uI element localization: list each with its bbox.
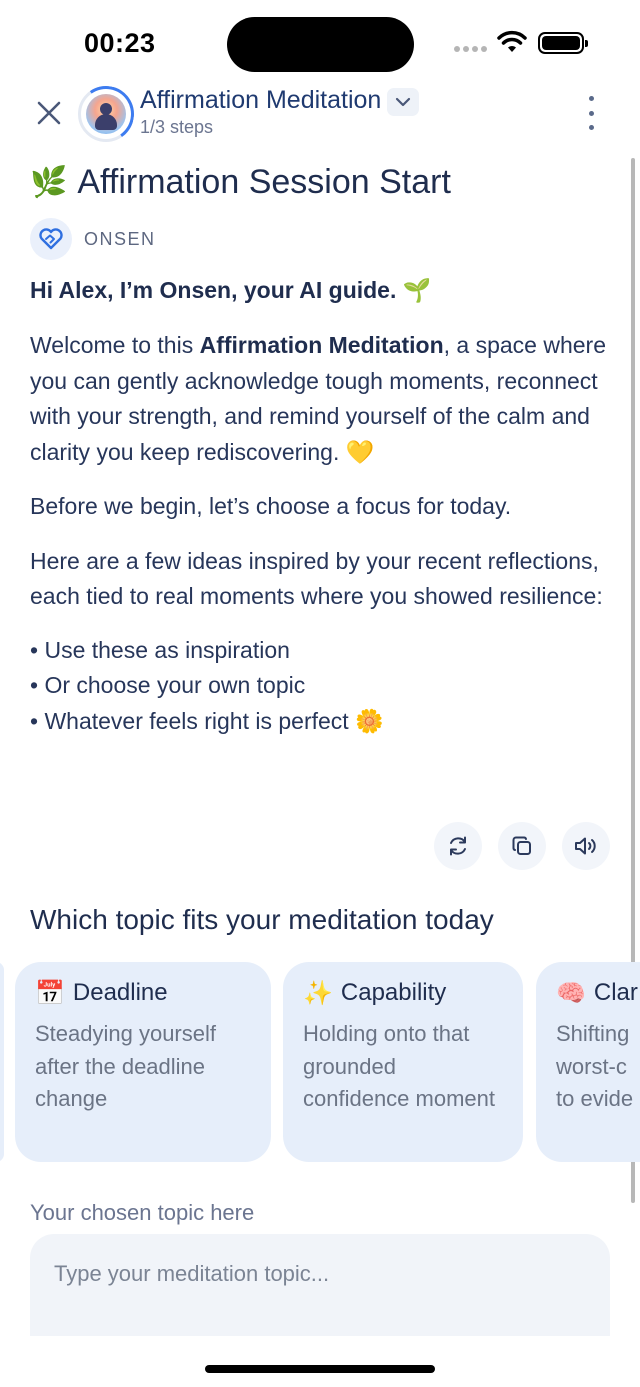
refresh-icon <box>450 836 466 856</box>
greeting: Hi Alex, I’m Onsen, your AI guide. 🌱 <box>30 277 432 303</box>
copy-icon <box>512 836 531 855</box>
ideas-paragraph: Here are a few ideas inspired by your re… <box>30 547 603 610</box>
topic-heading: Which topic fits your meditation today <box>30 904 494 935</box>
home-indicator[interactable] <box>205 1365 435 1373</box>
intro-bold: Affirmation Meditation <box>199 332 444 358</box>
topic-title-text: Clar <box>593 979 638 1006</box>
topic-card-description: Shifting worst-c to evide <box>556 1021 634 1111</box>
sparkles-icon: ✨ <box>303 979 333 1007</box>
author-row: ONSEN <box>30 218 620 260</box>
brain-icon: 🧠 <box>556 979 586 1007</box>
topic-card-carousel[interactable]: 📅 Deadline Steadying yourself after the … <box>0 962 640 1164</box>
topic-title-text: Deadline <box>72 979 168 1006</box>
chosen-topic-label: Your chosen topic here <box>30 1200 255 1225</box>
step-progress: 1/3 steps <box>140 117 214 137</box>
status-bar: 00:23 <box>0 0 640 88</box>
meditation-figure-icon <box>86 94 126 134</box>
topic-card-title: 📅 Deadline <box>35 976 253 1010</box>
topic-card-partial[interactable] <box>0 962 4 1162</box>
topic-card-capability[interactable]: ✨ Capability Holding onto that grounded … <box>283 962 523 1162</box>
topic-card-title: ✨ Capability <box>303 976 505 1010</box>
read-aloud-button[interactable] <box>562 822 610 870</box>
topic-input-container <box>30 1234 610 1336</box>
session-title-text: Affirmation Session Start <box>77 162 451 201</box>
list-item: Use these as inspiration <box>30 633 620 669</box>
author-name: ONSEN <box>84 228 156 249</box>
intro-text: Welcome to this <box>30 332 200 358</box>
topic-card-title: 🧠 Clar <box>556 976 640 1010</box>
topic-card-description: Steadying yourself after the deadline ch… <box>35 1021 216 1111</box>
list-item: Or choose your own topic <box>30 668 620 704</box>
message-actions <box>434 822 610 870</box>
topic-title-text: Capability <box>340 979 447 1006</box>
wifi-icon <box>497 30 527 52</box>
calendar-icon: 📅 <box>35 979 65 1007</box>
list-item: Whatever feels right is perfect 🌼 <box>30 704 620 740</box>
close-icon[interactable] <box>32 96 66 130</box>
leaf-emoji: 🌿 <box>30 165 68 199</box>
onsen-logo-icon <box>30 218 72 260</box>
topic-card-deadline[interactable]: 📅 Deadline Steadying yourself after the … <box>15 962 271 1162</box>
regenerate-button[interactable] <box>434 822 482 870</box>
topic-card-clarity[interactable]: 🧠 Clar Shifting worst-c to evide <box>536 962 640 1162</box>
intro-paragraph: Welcome to this Affirmation Meditation, … <box>30 328 620 470</box>
header-title: Affirmation Meditation <box>140 86 382 114</box>
message-content: 🌿 Affirmation Session Start ONSEN Hi Ale… <box>30 160 620 739</box>
meditation-avatar <box>73 81 139 147</box>
header-title-block[interactable]: Affirmation Meditation 1/3 steps <box>140 86 420 138</box>
session-header: Affirmation Meditation 1/3 steps <box>0 80 640 147</box>
battery-icon <box>538 32 588 54</box>
copy-button[interactable] <box>498 822 546 870</box>
speaker-icon <box>575 837 596 855</box>
focus-paragraph: Before we begin, let’s choose a focus fo… <box>30 493 512 519</box>
topic-card-description: Holding onto that grounded confidence mo… <box>303 1021 495 1111</box>
status-time: 00:23 <box>84 28 156 58</box>
dynamic-island <box>227 17 414 72</box>
session-title: 🌿 Affirmation Session Start <box>30 160 620 204</box>
topic-input[interactable] <box>30 1234 610 1314</box>
more-vertical-icon[interactable] <box>580 96 602 130</box>
cellular-signal-icon <box>454 46 487 52</box>
bullet-list: Use these as inspiration Or choose your … <box>30 633 620 740</box>
chevron-down-icon[interactable] <box>387 88 420 116</box>
